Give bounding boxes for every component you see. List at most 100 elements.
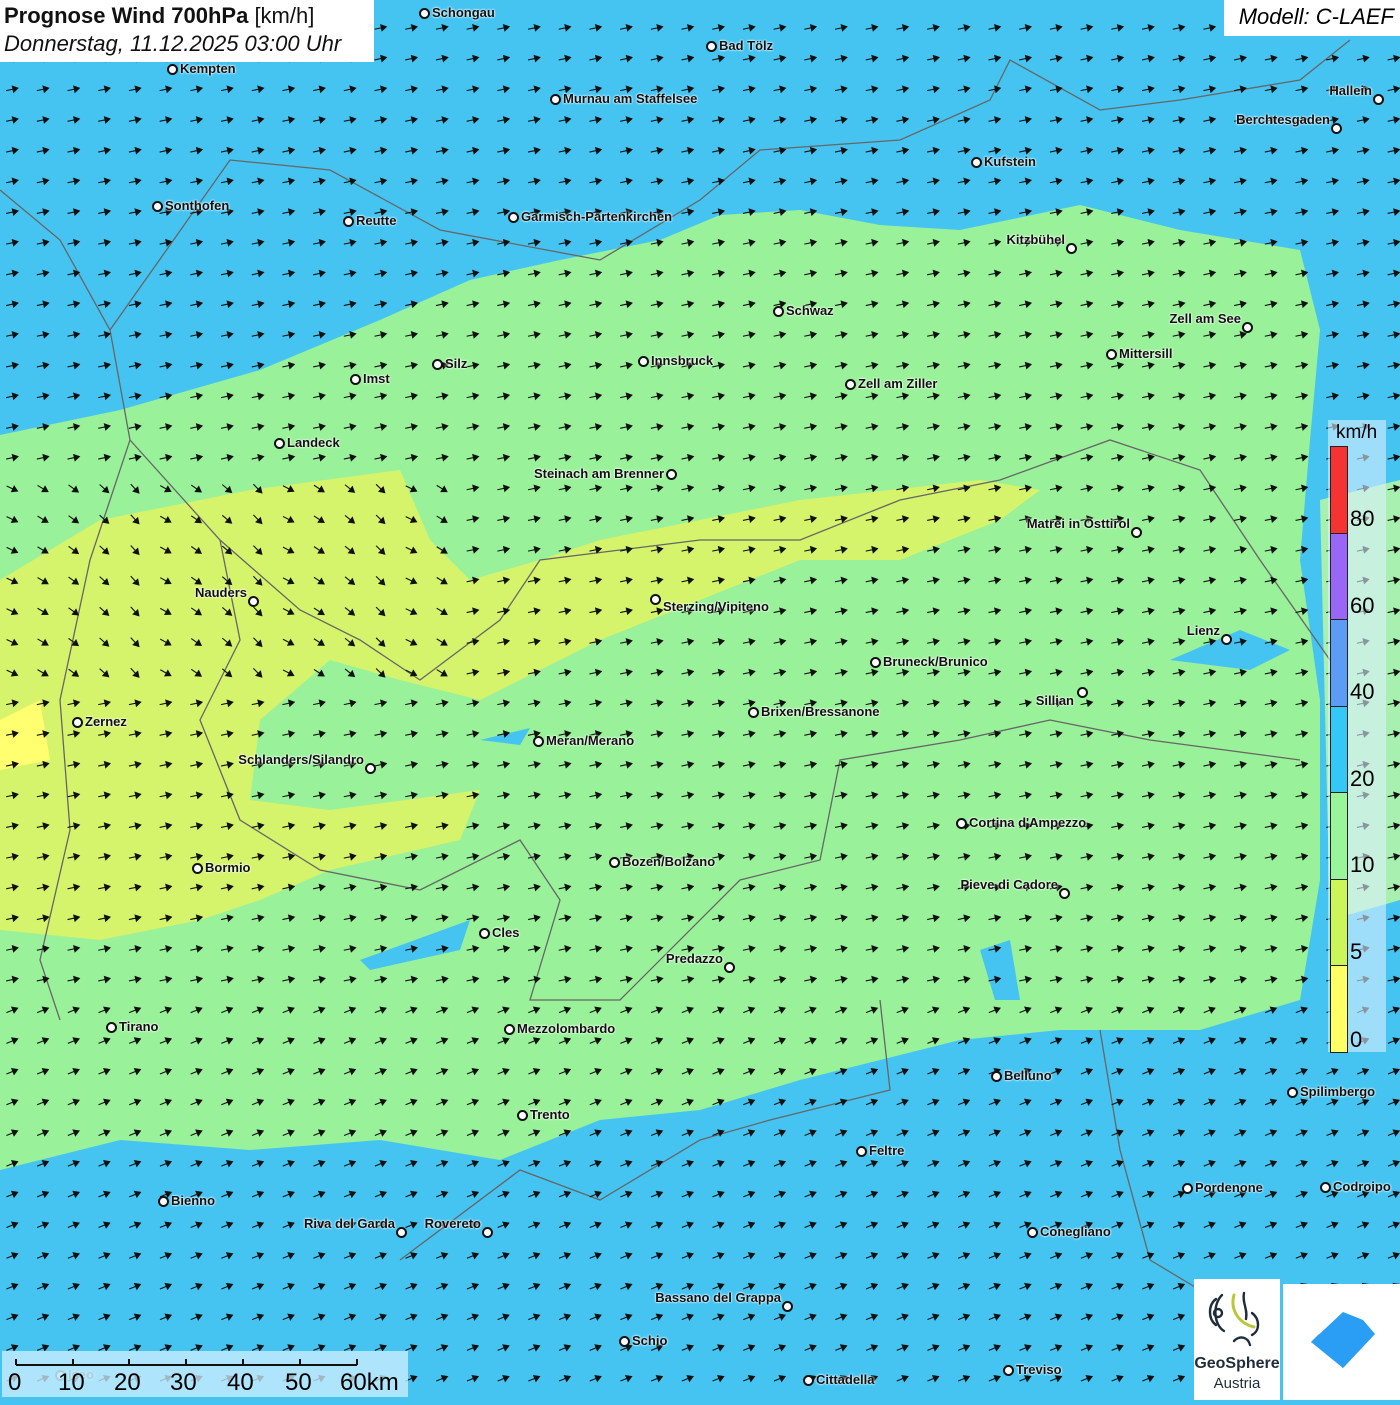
city-marker bbox=[72, 717, 83, 728]
legend-tick-label: 60 bbox=[1350, 592, 1375, 618]
city-marker bbox=[1003, 1365, 1014, 1376]
city-label: Bassano del Grappa bbox=[655, 1290, 781, 1305]
city-marker bbox=[432, 359, 443, 370]
city-label: Bozen/Bolzano bbox=[622, 854, 716, 869]
legend-tick-label: 10 bbox=[1350, 852, 1375, 877]
legend-swatch bbox=[1330, 878, 1348, 966]
city-marker bbox=[365, 763, 376, 774]
geosphere-emblem-icon bbox=[1208, 1291, 1260, 1347]
city-label: Schwaz bbox=[786, 303, 834, 318]
city-marker bbox=[724, 962, 735, 973]
legend-tick-label: 5 bbox=[1350, 938, 1363, 964]
city-marker bbox=[650, 594, 661, 605]
legend-tick-label: 40 bbox=[1350, 679, 1375, 704]
geosphere-austria-logo: GeoSphere Austria bbox=[1194, 1279, 1280, 1400]
city-marker bbox=[1131, 527, 1142, 538]
city-label: Kitzbühel bbox=[1006, 232, 1066, 247]
model-label: Modell: C-LAEF bbox=[1224, 0, 1400, 36]
legend-unit: km/h bbox=[1336, 422, 1378, 443]
legend-tick-label: 20 bbox=[1350, 765, 1375, 791]
city-label: Bruneck/Brunico bbox=[883, 654, 988, 669]
scale-bar: 0 10 20 30 40 50 60km bbox=[2, 1351, 408, 1397]
map-title-box: Prognose Wind 700hPa [km/h] Donnerstag, … bbox=[0, 0, 374, 62]
city-label: Sonthofen bbox=[165, 198, 230, 213]
logo-text-austria: Austria bbox=[1213, 1375, 1261, 1392]
legend-swatch bbox=[1330, 532, 1348, 620]
city-marker bbox=[1221, 634, 1232, 645]
city-label: Pieve di Cadore bbox=[960, 877, 1058, 892]
city-label: Cles bbox=[492, 925, 520, 940]
city-label: Trento bbox=[530, 1107, 570, 1122]
city-label: Bormio bbox=[205, 860, 251, 875]
city-label: Meran/Merano bbox=[546, 733, 635, 748]
scale-label: 0 bbox=[8, 1369, 22, 1396]
title-unit: [km/h] bbox=[254, 3, 315, 28]
city-marker bbox=[167, 64, 178, 75]
city-label: Brixen/Bressanone bbox=[761, 704, 880, 719]
partner-logo bbox=[1283, 1284, 1400, 1400]
city-marker bbox=[619, 1336, 630, 1347]
city-label: Schongau bbox=[432, 5, 495, 20]
city-label: Conegliano bbox=[1040, 1224, 1111, 1239]
city-label: Nauders bbox=[194, 585, 247, 600]
city-marker bbox=[343, 216, 354, 227]
city-marker bbox=[1287, 1087, 1298, 1098]
city-label: Tirano bbox=[119, 1019, 159, 1034]
city-marker bbox=[845, 379, 856, 390]
scale-label: 40 bbox=[227, 1369, 254, 1396]
city-marker bbox=[1027, 1227, 1038, 1238]
city-marker bbox=[706, 41, 717, 52]
city-label: Murnau am Staffelsee bbox=[563, 91, 698, 106]
city-label: Steinach am Brenner bbox=[533, 466, 664, 481]
scale-label: 20 bbox=[114, 1369, 141, 1396]
city-label: Lienz bbox=[1186, 623, 1220, 638]
city-label: Matrei in Osttirol bbox=[1026, 516, 1130, 531]
city-label: Zell am Ziller bbox=[858, 376, 938, 391]
city-marker bbox=[192, 863, 203, 874]
city-label: Sterzing/Vipiteno bbox=[663, 599, 769, 614]
city-marker bbox=[158, 1196, 169, 1207]
city-label: Zernez bbox=[85, 714, 127, 729]
city-label: Silz bbox=[445, 356, 468, 371]
city-label: Bienno bbox=[171, 1193, 216, 1208]
city-marker bbox=[1077, 687, 1088, 698]
city-marker bbox=[1373, 94, 1384, 105]
city-label: Pordenone bbox=[1195, 1180, 1263, 1195]
legend-tick-label: 80 bbox=[1350, 506, 1375, 531]
city-marker bbox=[533, 736, 544, 747]
city-marker bbox=[504, 1024, 515, 1035]
city-marker bbox=[396, 1227, 407, 1238]
city-marker bbox=[550, 94, 561, 105]
city-marker bbox=[609, 857, 620, 868]
legend-swatch bbox=[1330, 792, 1348, 880]
city-marker bbox=[1059, 888, 1070, 899]
scale-label: 50 bbox=[285, 1369, 312, 1396]
city-label: Bad Tölz bbox=[719, 38, 774, 53]
city-marker bbox=[870, 657, 881, 668]
city-marker bbox=[1182, 1183, 1193, 1194]
city-label: Mittersill bbox=[1119, 346, 1173, 361]
city-label: Belluno bbox=[1004, 1068, 1052, 1083]
city-label: Treviso bbox=[1016, 1362, 1062, 1377]
city-marker bbox=[956, 818, 967, 829]
city-marker bbox=[1106, 349, 1117, 360]
city-label: Schio bbox=[632, 1333, 668, 1348]
legend-swatch bbox=[1330, 619, 1348, 707]
city-label: Kufstein bbox=[984, 154, 1036, 169]
city-label: Spilimbergo bbox=[1300, 1084, 1376, 1099]
logo-text-geosphere: GeoSphere bbox=[1194, 1355, 1280, 1372]
scale-label: 60km bbox=[340, 1369, 399, 1396]
city-marker bbox=[1242, 322, 1253, 333]
legend-swatch bbox=[1330, 705, 1348, 793]
city-marker bbox=[782, 1301, 793, 1312]
city-marker bbox=[1331, 123, 1342, 134]
scale-label: 10 bbox=[58, 1369, 85, 1396]
city-marker bbox=[666, 469, 677, 480]
city-label: Zell am See bbox=[1169, 311, 1241, 326]
city-label: Landeck bbox=[287, 435, 340, 450]
city-label: Riva del Garda bbox=[303, 1216, 395, 1231]
city-marker bbox=[419, 8, 430, 19]
city-label: Reutte bbox=[356, 213, 397, 228]
city-marker bbox=[991, 1071, 1002, 1082]
title-main: Prognose Wind 700hPa bbox=[4, 3, 249, 28]
